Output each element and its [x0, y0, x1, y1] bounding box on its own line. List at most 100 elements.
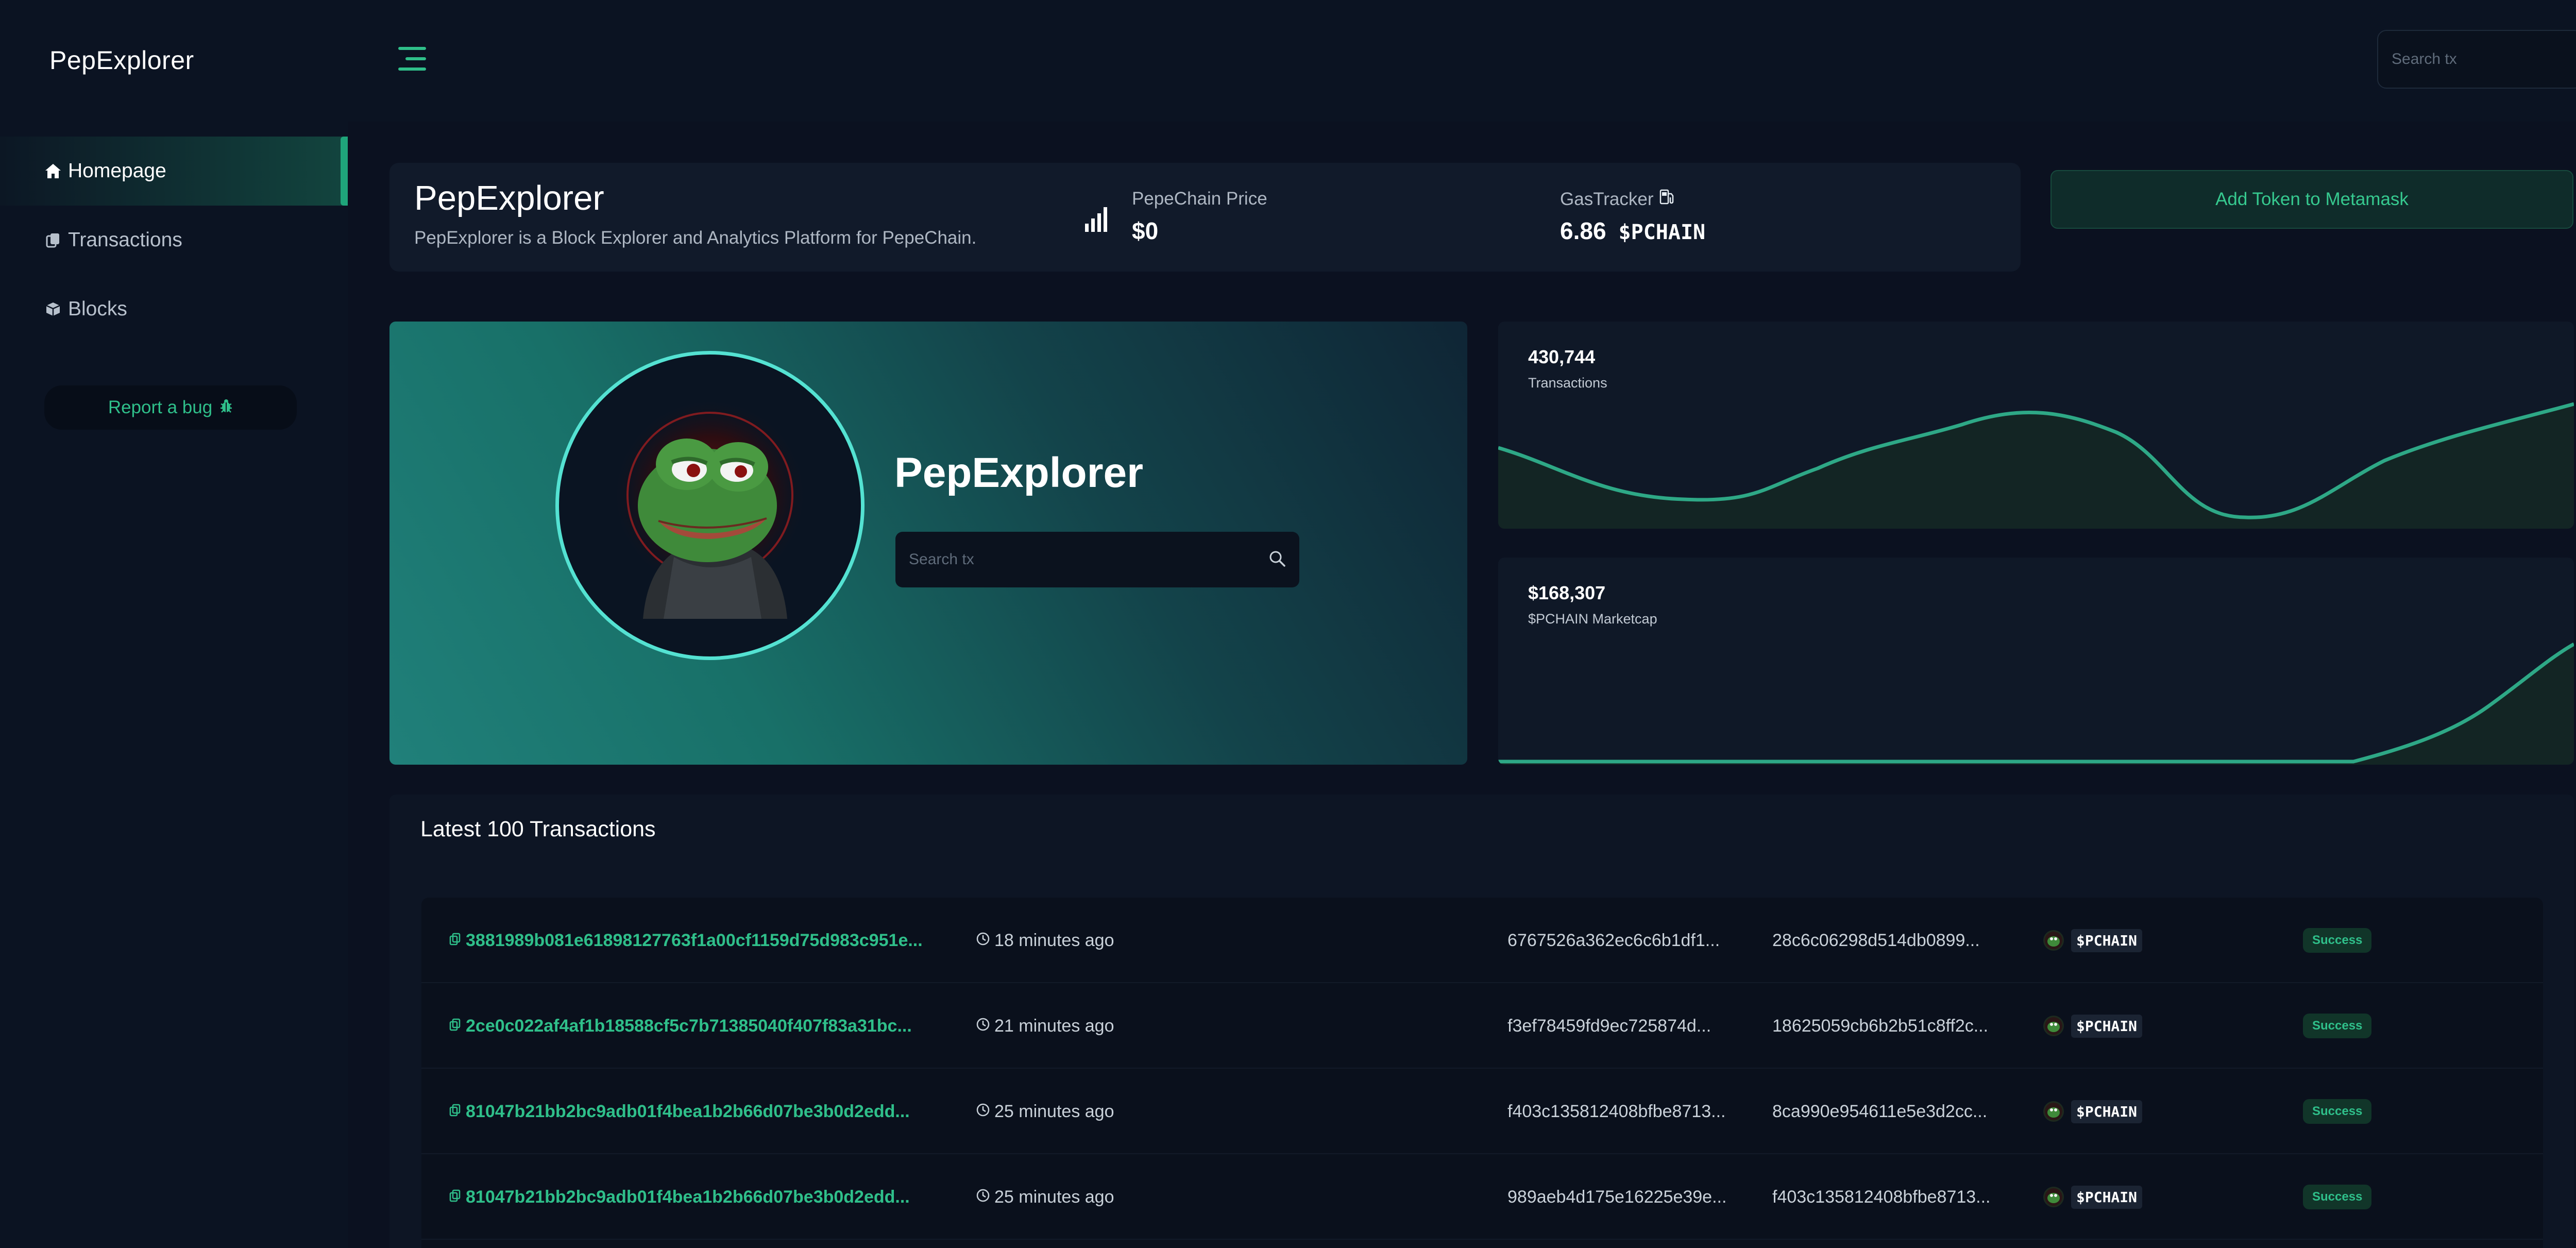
sidebar-item-blocks[interactable]: Blocks — [0, 275, 348, 344]
copy-icon — [449, 931, 461, 951]
status-badge: Success — [2303, 1099, 2372, 1124]
cube-icon — [44, 300, 62, 318]
tx-hash-link[interactable]: 81047b21bb2bc9adb01f4bea1b2b66d07be3b0d2… — [449, 1069, 910, 1154]
copy-icon — [44, 231, 62, 249]
top-search-input[interactable] — [2392, 50, 2576, 68]
sidebar-item-homepage[interactable]: Homepage — [0, 137, 348, 206]
gas-tracker-label: GasTracker — [1560, 189, 1675, 210]
transactions-title: Latest 100 Transactions — [420, 817, 656, 841]
report-bug-label: Report a bug — [108, 397, 213, 417]
tx-status: Success — [2303, 898, 2372, 983]
tx-hash: 2ce0c022af4af1b18588cf5c7b71385040f407f8… — [466, 1016, 912, 1036]
status-badge: Success — [2303, 1014, 2372, 1038]
tx-time-text: 21 minutes ago — [994, 1016, 1114, 1036]
tx-token: $PCHAIN — [2043, 898, 2143, 983]
tx-time: 25 minutes ago — [976, 1154, 1114, 1240]
pepe-token-icon — [2043, 930, 2064, 951]
transactions-count: 430,744 — [1528, 346, 1596, 367]
sidebar-item-label: Homepage — [68, 160, 166, 182]
add-token-metamask-button[interactable]: Add Token to Metamask — [2050, 170, 2573, 229]
price-value: $0 — [1132, 217, 1159, 244]
tx-to-address[interactable]: 18625059cb6b2b51c8ff2c... — [1772, 983, 1988, 1069]
home-icon — [44, 162, 62, 180]
gas-value: 6.86 $PCHAIN — [1560, 217, 1705, 245]
gas-pump-icon — [1659, 189, 1675, 210]
tx-hash: 3881989b081e61898127763f1a00cf1159d75d98… — [466, 930, 923, 950]
tx-token: $PCHAIN — [2043, 983, 2143, 1069]
hero-title: PepExplorer — [894, 449, 1144, 496]
top-search-box — [2377, 30, 2576, 89]
transactions-sparkline — [1498, 402, 2574, 529]
clock-icon — [976, 1187, 990, 1207]
transactions-label: Transactions — [1528, 375, 1607, 391]
clock-icon — [976, 1016, 990, 1036]
hero-search-box — [895, 532, 1299, 587]
copy-icon — [449, 1016, 461, 1036]
clock-icon — [976, 1102, 990, 1122]
marketcap-value: $168,307 — [1528, 582, 1606, 603]
transactions-panel: Latest 100 Transactions 3881989b081e6189… — [389, 795, 2574, 1248]
menu-toggle-icon[interactable] — [397, 45, 428, 72]
table-row[interactable]: 81047b21bb2bc9adb01f4bea1b2b66d07be3b0d2… — [421, 1069, 2543, 1154]
tx-from-address[interactable]: f403c135812408bfbe8713... — [1507, 1069, 1726, 1154]
info-description: PepExplorer is a Block Explorer and Anal… — [414, 228, 977, 248]
tx-time: 18 minutes ago — [976, 898, 1114, 983]
tx-status: Success — [2303, 1154, 2372, 1240]
status-badge: Success — [2303, 928, 2372, 953]
tx-to-address[interactable]: 28c6c06298d514db0899... — [1772, 898, 1980, 983]
transactions-stat-card: 430,744 Transactions — [1498, 322, 2574, 529]
tx-time-text: 25 minutes ago — [994, 1101, 1114, 1121]
tx-time-text: 18 minutes ago — [994, 930, 1114, 950]
tx-hash-link[interactable]: 2ce0c022af4af1b18588cf5c7b71385040f407f8… — [449, 983, 912, 1069]
report-bug-button[interactable]: Report a bug — [44, 385, 297, 430]
tx-time-text: 25 minutes ago — [994, 1187, 1114, 1207]
pepe-token-icon — [2043, 1187, 2064, 1207]
sidebar-item-label: Blocks — [68, 298, 127, 320]
marketcap-stat-card: $168,307 $PCHAIN Marketcap — [1498, 558, 2574, 765]
tx-hash: 81047b21bb2bc9adb01f4bea1b2b66d07be3b0d2… — [466, 1187, 910, 1207]
clock-icon — [976, 931, 990, 951]
brand-logo[interactable]: PepExplorer — [49, 45, 194, 75]
top-bar — [348, 0, 2576, 122]
table-row[interactable]: 81047b21bb2bc9adb01f4bea1b2b66d07be3b0d2… — [421, 1154, 2543, 1240]
table-row[interactable]: 3881989b081e61898127763f1a00cf1159d75d98… — [421, 898, 2543, 983]
pepe-frog-icon — [612, 397, 808, 619]
tx-from-address[interactable]: 989aeb4d175e16225e39e... — [1507, 1154, 1726, 1240]
status-badge: Success — [2303, 1185, 2372, 1209]
tx-time: 21 minutes ago — [976, 983, 1114, 1069]
info-title: PepExplorer — [414, 179, 604, 217]
tx-hash: 81047b21bb2bc9adb01f4bea1b2b66d07be3b0d2… — [466, 1101, 910, 1121]
hero-banner: PepExplorer — [389, 322, 1467, 765]
tx-from-address[interactable]: 6767526a362ec6c6b1df1... — [1507, 898, 1720, 983]
tx-token: $PCHAIN — [2043, 1154, 2143, 1240]
hero-search-input[interactable] — [909, 551, 1268, 568]
table-row[interactable]: 2ce0c022af4af1b18588cf5c7b71385040f407f8… — [421, 983, 2543, 1069]
tx-to-address[interactable]: 8ca990e954611e5e3d2cc... — [1772, 1069, 1987, 1154]
tx-time: 25 minutes ago — [976, 1069, 1114, 1154]
marketcap-label: $PCHAIN Marketcap — [1528, 611, 1657, 627]
tx-to-address[interactable]: f403c135812408bfbe8713... — [1772, 1154, 1991, 1240]
tx-status: Success — [2303, 1069, 2372, 1154]
sidebar: PepExplorer Homepage Transactions Blocks… — [0, 0, 348, 1248]
bar-chart-icon — [1084, 204, 1113, 235]
tx-hash-link[interactable]: 81047b21bb2bc9adb01f4bea1b2b66d07be3b0d2… — [449, 1154, 910, 1240]
info-card: PepExplorer PepExplorer is a Block Explo… — [389, 163, 2021, 272]
sidebar-item-transactions[interactable]: Transactions — [0, 206, 348, 275]
tx-from-address[interactable]: f3ef78459fd9ec725874d... — [1507, 983, 1711, 1069]
token-symbol: $PCHAIN — [2071, 1100, 2143, 1123]
gas-amount: 6.86 — [1560, 217, 1606, 244]
tx-status: Success — [2303, 983, 2372, 1069]
search-icon[interactable] — [1268, 550, 1286, 570]
token-symbol: $PCHAIN — [2071, 1014, 2143, 1038]
pepe-token-icon — [2043, 1101, 2064, 1122]
copy-icon — [449, 1102, 461, 1122]
tx-token: $PCHAIN — [2043, 1069, 2143, 1154]
gas-tracker-text: GasTracker — [1560, 189, 1654, 209]
gas-unit: $PCHAIN — [1618, 221, 1706, 244]
bug-icon — [219, 397, 233, 418]
sidebar-item-label: Transactions — [68, 229, 182, 251]
pepe-token-icon — [2043, 1016, 2064, 1036]
pepe-avatar — [555, 351, 865, 660]
tx-hash-link[interactable]: 3881989b081e61898127763f1a00cf1159d75d98… — [449, 898, 923, 983]
price-label: PepeChain Price — [1132, 189, 1267, 209]
